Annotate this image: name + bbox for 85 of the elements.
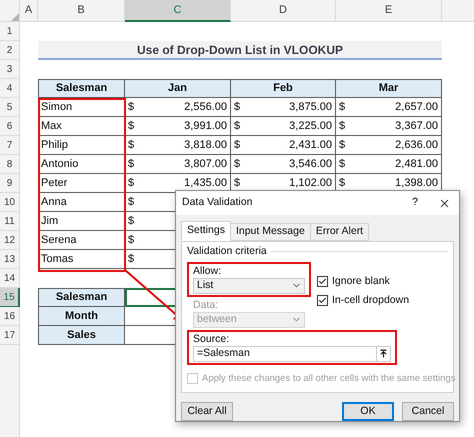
amount-text: 2,556.00	[184, 100, 227, 115]
allow-dropdown[interactable]: List	[193, 278, 305, 294]
help-button[interactable]: ?	[401, 192, 429, 214]
currency-sign: $	[234, 138, 240, 153]
tab[interactable]: Settings	[181, 221, 231, 241]
amount-text: 3,818.00	[184, 138, 227, 153]
currency-sign: $	[234, 118, 240, 134]
field-label: Allow:	[193, 264, 222, 278]
column-heading: Mar	[336, 79, 442, 98]
amount-text: 2,431.00	[289, 138, 332, 153]
currency-sign: $	[128, 214, 134, 229]
row-number[interactable]: 10	[0, 193, 20, 212]
tab[interactable]: Error Alert	[310, 223, 370, 241]
amount-text: 3,546.00	[289, 156, 332, 172]
field-label: Data:	[193, 298, 220, 312]
checkbox-label: Apply these changes to all other cells with the same settings	[202, 372, 456, 386]
dialog-button[interactable]: Cancel	[402, 402, 454, 421]
currency-sign: $	[339, 138, 346, 153]
source-field[interactable]: =Salesman	[193, 346, 391, 362]
amount-text: 3,367.00	[395, 118, 438, 134]
currency-sign: $	[128, 232, 134, 248]
amount-text: 2,481.00	[395, 156, 438, 172]
amount-text: 1,398.00	[395, 176, 438, 191]
row-number[interactable]: 15	[0, 288, 20, 307]
field-label: Source:	[193, 332, 230, 346]
currency-sign: $	[128, 138, 134, 153]
row-number[interactable]: 6	[0, 117, 20, 136]
column-heading: Jan	[125, 79, 231, 98]
corner-triangle-icon	[11, 13, 19, 21]
currency-sign: $	[128, 118, 134, 134]
amount-text: 3,225.00	[289, 118, 332, 134]
window-title: Data Validation	[182, 195, 252, 210]
sheet-title: Use of Drop-Down List in VLOOKUP	[38, 41, 442, 60]
currency-sign: $	[128, 194, 134, 210]
column-header[interactable]: A	[20, 0, 38, 22]
row-number[interactable]: 13	[0, 250, 20, 269]
currency-sign: $	[128, 100, 134, 115]
amount-text: 2,636.00	[395, 138, 438, 153]
row-number[interactable]: 3	[0, 60, 20, 79]
currency-sign: $	[128, 156, 134, 172]
table-cell: Salesman	[38, 288, 125, 307]
currency-sign: $	[339, 176, 346, 191]
dialog-button[interactable]: Clear All	[181, 402, 233, 421]
row-number[interactable]: 5	[0, 98, 20, 117]
amount-text: 3,991.00	[184, 118, 227, 134]
column-header[interactable]: B	[38, 0, 125, 22]
currency-sign: $	[128, 176, 134, 191]
row-number[interactable]: 8	[0, 155, 20, 174]
row-number[interactable]: 17	[0, 326, 20, 345]
checkbox-label: Ignore blank	[332, 274, 390, 289]
currency-sign: $	[339, 118, 346, 134]
currency-sign: $	[128, 252, 134, 267]
amount-text: 1,435.00	[184, 176, 227, 191]
amount-text: 3,807.00	[184, 156, 227, 172]
column-heading: Salesman	[38, 79, 125, 98]
column-header[interactable]: E	[336, 0, 442, 22]
group-title: Validation criteria	[187, 244, 267, 259]
row-number[interactable]: 7	[0, 136, 20, 155]
amount-text: 1,102.00	[289, 176, 332, 191]
column-header[interactable]: C	[125, 0, 231, 22]
amount-text: 3,875.00	[289, 100, 332, 115]
row-number[interactable]: 2	[0, 41, 20, 60]
amount-text: 2,657.00	[395, 100, 438, 115]
table-cell: Sales	[38, 326, 125, 345]
currency-sign: $	[339, 100, 346, 115]
table-cell: Month	[38, 307, 125, 326]
currency-sign: $	[339, 156, 346, 172]
row-number[interactable]: 4	[0, 79, 20, 98]
currency-sign: $	[234, 100, 240, 115]
dialog-button[interactable]: OK	[342, 402, 394, 421]
currency-sign: $	[234, 176, 240, 191]
row-number[interactable]: 14	[0, 269, 20, 288]
checkbox[interactable]	[317, 276, 328, 288]
currency-sign: $	[234, 156, 240, 172]
checkbox-label: In-cell dropdown	[332, 292, 410, 308]
row-number[interactable]: 1	[0, 22, 20, 41]
row-number[interactable]: 12	[0, 231, 20, 250]
row-number[interactable]: 16	[0, 307, 20, 326]
column-heading: Feb	[231, 79, 336, 98]
tab[interactable]: Input Message	[230, 223, 311, 241]
upload-arrow-icon	[379, 349, 388, 358]
row-number[interactable]: 11	[0, 212, 20, 231]
checkbox[interactable]	[317, 294, 328, 306]
row-number[interactable]: 9	[0, 174, 20, 193]
column-header[interactable]: D	[231, 0, 336, 22]
